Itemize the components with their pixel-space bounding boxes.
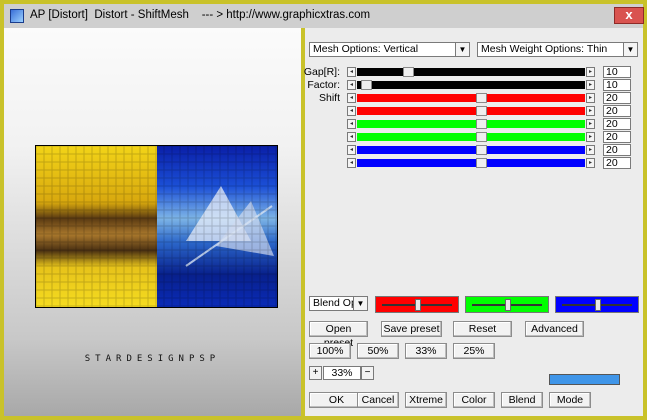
chevron-left-icon[interactable]: ◂: [347, 132, 356, 142]
chevron-down-icon[interactable]: ▼: [455, 43, 469, 56]
open-preset-button[interactable]: Open preset: [309, 321, 368, 349]
param-slider[interactable]: ◂ ▸: [347, 119, 595, 129]
param-slider[interactable]: ◂ ▸: [347, 67, 595, 77]
mode-button[interactable]: Mode: [549, 392, 591, 408]
cancel-button[interactable]: Cancel: [357, 392, 399, 408]
slider-value-field[interactable]: 20: [603, 144, 631, 156]
zoom-25-button[interactable]: 25%: [453, 343, 495, 359]
slider-value-field[interactable]: 10: [603, 66, 631, 78]
slider-value-field[interactable]: 20: [603, 157, 631, 169]
slider-label: Gap[R]:: [303, 66, 340, 78]
slider-thumb[interactable]: [403, 67, 414, 77]
chevron-down-icon[interactable]: ▼: [623, 43, 637, 56]
slider-track[interactable]: [357, 145, 585, 155]
chevron-right-icon[interactable]: ▸: [586, 145, 595, 155]
slider-value-field[interactable]: 20: [603, 105, 631, 117]
mesh-weight-select[interactable]: Mesh Weight Options: Thin ▼: [477, 42, 638, 57]
app-icon: [10, 9, 24, 23]
param-slider[interactable]: ◂ ▸: [347, 93, 595, 103]
slider-track[interactable]: [357, 158, 585, 168]
close-button[interactable]: x: [614, 7, 644, 24]
slider-label: Shift: [318, 92, 340, 104]
chevron-left-icon[interactable]: ◂: [347, 106, 356, 116]
chevron-right-icon[interactable]: ▸: [586, 93, 595, 103]
slider-value-field[interactable]: 20: [603, 131, 631, 143]
color-swatch[interactable]: [549, 374, 620, 385]
slider-track[interactable]: [357, 67, 585, 77]
mesh-options-value: Mesh Options: Vertical: [313, 43, 419, 55]
zoom-level: 33%: [323, 366, 361, 380]
chevron-right-icon[interactable]: ▸: [586, 67, 595, 77]
param-slider[interactable]: ◂ ▸: [347, 145, 595, 155]
advanced-button[interactable]: Advanced: [525, 321, 584, 337]
chevron-down-icon[interactable]: ▼: [353, 297, 367, 310]
chevron-right-icon[interactable]: ▸: [586, 106, 595, 116]
slider-track[interactable]: [357, 132, 585, 142]
chevron-left-icon[interactable]: ◂: [347, 93, 356, 103]
chevron-left-icon[interactable]: ◂: [347, 158, 356, 168]
slider-thumb[interactable]: [476, 106, 487, 116]
mesh-options-select[interactable]: Mesh Options: Vertical ▼: [309, 42, 470, 57]
slider-thumb[interactable]: [476, 93, 487, 103]
window-title: AP [Distort] Distort - ShiftMesh --- > h…: [30, 9, 371, 21]
slider-label: Factor:: [307, 79, 340, 91]
color-channel-slider[interactable]: [465, 296, 549, 313]
reset-button[interactable]: Reset: [453, 321, 512, 337]
param-slider[interactable]: ◂ ▸: [347, 158, 595, 168]
slider-thumb[interactable]: [476, 158, 487, 168]
zoom-100-button[interactable]: 100%: [309, 343, 351, 359]
zoom-in-button[interactable]: +: [309, 366, 322, 380]
preview-image: [35, 145, 278, 308]
zoom-out-button[interactable]: −: [361, 366, 374, 380]
chevron-left-icon[interactable]: ◂: [347, 119, 356, 129]
color-channel-slider[interactable]: [555, 296, 639, 313]
slider-track[interactable]: [357, 119, 585, 129]
chevron-right-icon[interactable]: ▸: [586, 80, 595, 90]
chevron-left-icon[interactable]: ◂: [347, 67, 356, 77]
zoom-33-button[interactable]: 33%: [405, 343, 447, 359]
chevron-left-icon[interactable]: ◂: [347, 80, 356, 90]
xtreme-button[interactable]: Xtreme: [405, 392, 447, 408]
zoom-50-button[interactable]: 50%: [357, 343, 399, 359]
slider-thumb[interactable]: [476, 145, 487, 155]
blend-button[interactable]: Blend: [501, 392, 543, 408]
slider-value-field[interactable]: 20: [603, 92, 631, 104]
slider-track[interactable]: [357, 80, 585, 90]
slider-thumb[interactable]: [361, 80, 372, 90]
param-slider[interactable]: ◂ ▸: [347, 80, 595, 90]
watermark-text: STARDESIGNPSP: [84, 354, 221, 364]
slider-track[interactable]: [357, 106, 585, 116]
slider-thumb[interactable]: [505, 299, 511, 311]
param-slider[interactable]: ◂ ▸: [347, 106, 595, 116]
blend-options-select[interactable]: Blend Optio ▼: [309, 296, 368, 311]
slider-value-field[interactable]: 20: [603, 118, 631, 130]
color-button[interactable]: Color: [453, 392, 495, 408]
slider-value-field[interactable]: 10: [603, 79, 631, 91]
title-bar[interactable]: AP [Distort] Distort - ShiftMesh --- > h…: [4, 4, 643, 28]
slider-track[interactable]: [357, 93, 585, 103]
slider-thumb[interactable]: [415, 299, 421, 311]
preview-graphic: [36, 146, 277, 307]
param-slider[interactable]: ◂ ▸: [347, 132, 595, 142]
slider-thumb[interactable]: [476, 132, 487, 142]
chevron-right-icon[interactable]: ▸: [586, 119, 595, 129]
color-channel-slider[interactable]: [375, 296, 459, 313]
chevron-right-icon[interactable]: ▸: [586, 158, 595, 168]
chevron-right-icon[interactable]: ▸: [586, 132, 595, 142]
save-preset-button[interactable]: Save preset: [381, 321, 442, 337]
ok-button[interactable]: OK: [309, 392, 364, 408]
slider-thumb[interactable]: [595, 299, 601, 311]
slider-thumb[interactable]: [476, 119, 487, 129]
chevron-left-icon[interactable]: ◂: [347, 145, 356, 155]
mesh-weight-value: Mesh Weight Options: Thin: [481, 43, 608, 55]
